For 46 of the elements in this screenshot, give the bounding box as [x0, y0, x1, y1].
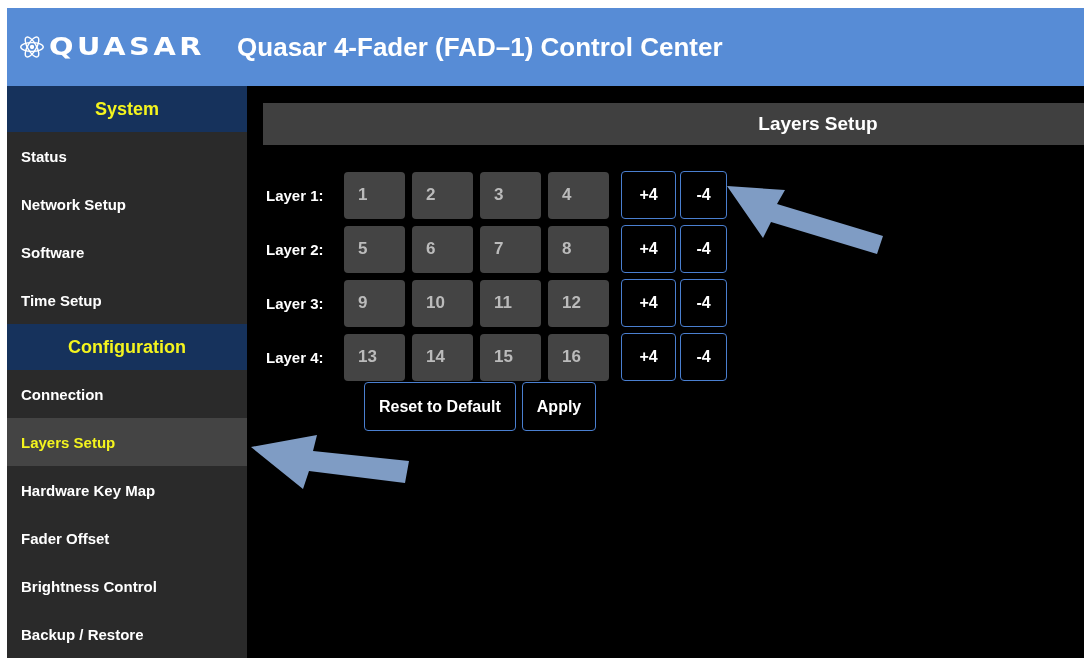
atom-icon — [19, 34, 45, 60]
sidebar-item[interactable]: Time Setup — [7, 276, 247, 324]
fader-field[interactable]: 8 — [548, 225, 609, 273]
sidebar-item[interactable]: Fader Offset — [7, 514, 247, 562]
fader-field[interactable]: 9 — [344, 279, 405, 327]
subtract-four-button[interactable]: -4 — [680, 279, 727, 327]
fader-field[interactable]: 11 — [480, 279, 541, 327]
add-four-button[interactable]: +4 — [621, 225, 676, 273]
subtract-four-button[interactable]: -4 — [680, 171, 727, 219]
sidebar-item[interactable]: Status — [7, 132, 247, 180]
fader-field[interactable]: 12 — [548, 279, 609, 327]
fader-field[interactable]: 2 — [412, 171, 473, 219]
layer-label: Layer 4: — [265, 348, 325, 366]
fader-field[interactable]: 1 — [344, 171, 405, 219]
layer-label: Layer 3: — [265, 294, 325, 312]
add-four-button[interactable]: +4 — [621, 333, 676, 381]
fader-field[interactable]: 16 — [548, 333, 609, 381]
sidebar-item[interactable]: Hardware Key Map — [7, 466, 247, 514]
reset-button[interactable]: Reset to Default — [364, 382, 516, 431]
layer-label: Layer 1: — [265, 186, 325, 204]
fader-field[interactable]: 4 — [548, 171, 609, 219]
fader-field[interactable]: 13 — [344, 333, 405, 381]
app-title: Quasar 4-Fader (FAD–1) Control Center — [237, 31, 723, 63]
fader-field[interactable]: 3 — [480, 171, 541, 219]
page-title: Layers Setup — [758, 113, 878, 135]
fader-field[interactable]: 14 — [412, 333, 473, 381]
brand-logo: QUASAR — [49, 33, 206, 61]
add-four-button[interactable]: +4 — [621, 171, 676, 219]
sidebar-item[interactable]: Backup / Restore — [7, 610, 247, 658]
fader-field[interactable]: 6 — [412, 225, 473, 273]
section-header: Configuration — [7, 324, 247, 370]
subtract-four-button[interactable]: -4 — [680, 225, 727, 273]
add-four-button[interactable]: +4 — [621, 279, 676, 327]
fader-field[interactable]: 15 — [480, 333, 541, 381]
sidebar-item[interactable]: Brightness Control — [7, 562, 247, 610]
fader-field[interactable]: 10 — [412, 279, 473, 327]
section-header: System — [7, 86, 247, 132]
sidebar-item[interactable]: Layers Setup — [7, 418, 247, 466]
sidebar-item[interactable]: Network Setup — [7, 180, 247, 228]
layer-label: Layer 2: — [265, 240, 325, 258]
fader-field[interactable]: 7 — [480, 225, 541, 273]
sidebar-item[interactable]: Connection — [7, 370, 247, 418]
apply-button[interactable]: Apply — [521, 382, 597, 431]
subtract-four-button[interactable]: -4 — [680, 333, 727, 381]
sidebar-item[interactable]: Software — [7, 228, 247, 276]
fader-field[interactable]: 5 — [344, 225, 405, 273]
